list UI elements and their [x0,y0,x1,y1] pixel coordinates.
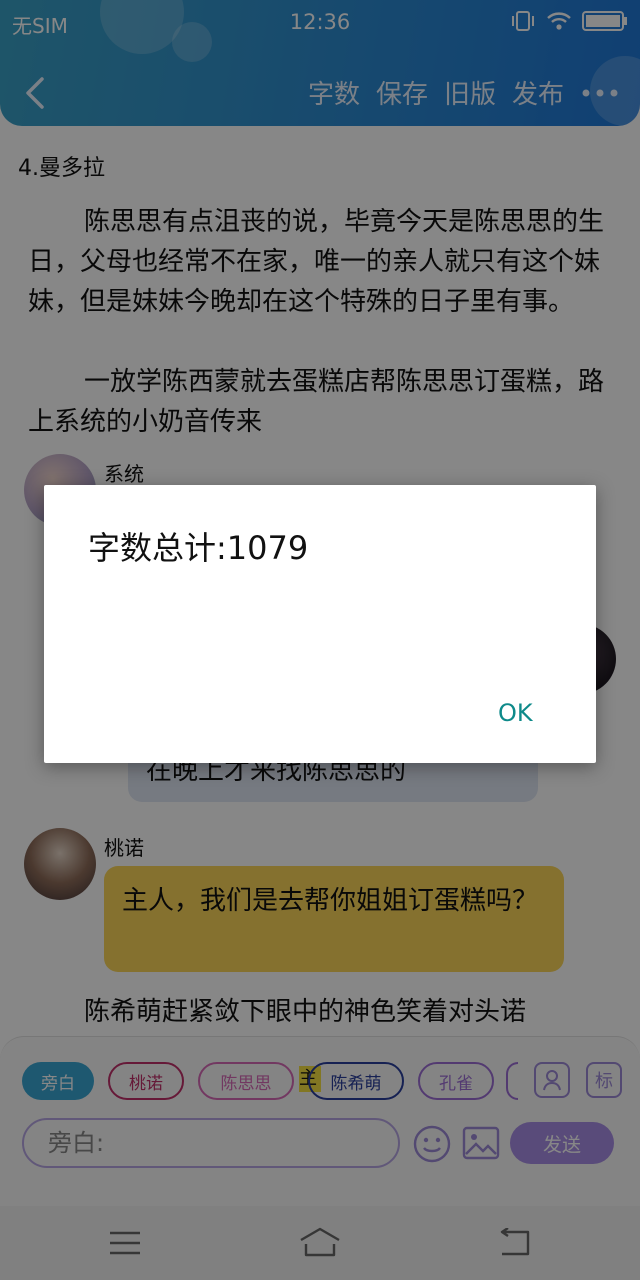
dialog-message: 字数总计:1079 [88,529,309,567]
ok-button[interactable]: OK [498,699,533,727]
word-count-dialog: 字数总计:1079 OK [44,485,596,763]
